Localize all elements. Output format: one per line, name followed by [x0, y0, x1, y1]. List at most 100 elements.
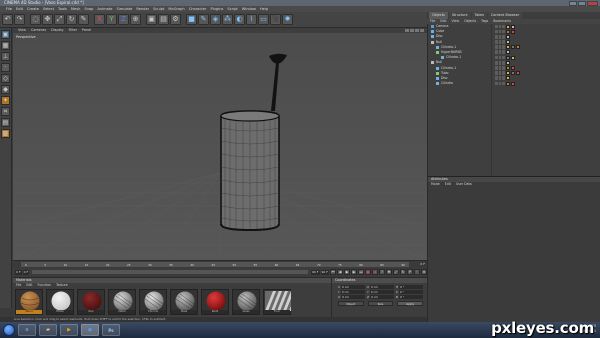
perspective-viewport[interactable]: Perspective — [13, 33, 427, 260]
model-mode-icon[interactable]: ▣ — [1, 30, 10, 39]
editor-visibility-icon[interactable] — [498, 81, 501, 86]
menu-mograph[interactable]: MoGraph — [168, 7, 184, 11]
tag-icon[interactable] — [506, 55, 510, 60]
visibility-toggles[interactable] — [495, 66, 505, 70]
rotation-key-icon[interactable]: ↻ — [400, 269, 406, 275]
cube-icon[interactable]: ■ — [186, 14, 197, 25]
size-input[interactable]: 0 cm — [369, 290, 394, 294]
axis-mode-icon[interactable]: ⊥ — [1, 52, 10, 61]
folder-icon[interactable]: ▰ — [39, 324, 57, 336]
locked-workplane-icon[interactable]: ▩ — [1, 129, 10, 138]
scale-icon[interactable]: ⤢ — [54, 14, 65, 25]
edges-mode-icon[interactable]: ◇ — [1, 74, 10, 83]
workplane-icon[interactable]: ▤ — [1, 118, 10, 127]
menu-sculpt[interactable]: Sculpt — [153, 7, 164, 11]
editor-visibility-icon[interactable] — [498, 40, 501, 44]
go-to-start-icon[interactable]: ⏮ — [330, 269, 336, 275]
tag-icon[interactable] — [506, 81, 510, 86]
visibility-toggles[interactable] — [495, 71, 505, 75]
rotation-input[interactable]: 0 ° — [399, 285, 423, 289]
tab-objects[interactable]: Objects — [429, 12, 448, 19]
previous-key-icon[interactable]: ◀ — [337, 269, 343, 275]
array-icon[interactable]: ⁂ — [222, 14, 233, 25]
visibility-toggles[interactable] — [495, 29, 505, 34]
size-mode-dropdown[interactable]: Size — [367, 301, 394, 306]
editor-visibility-icon[interactable] — [498, 45, 501, 50]
maximize-button[interactable] — [578, 0, 586, 6]
object-name[interactable]: Cilindro — [441, 81, 453, 86]
tag-icon[interactable] — [516, 71, 520, 76]
layer-icon[interactable] — [495, 66, 498, 70]
menu-character[interactable]: Character — [189, 7, 207, 11]
material-swatch[interactable]: Red2 — [201, 289, 229, 315]
layer-icon[interactable] — [495, 29, 498, 34]
timeline-ruler[interactable]: 0 5 10 15 20 25 30 35 40 45 50 55 60 65 70 75 80 85 90 — [21, 262, 409, 267]
redo-icon[interactable]: ↷ — [14, 14, 25, 25]
menu-create[interactable]: Create — [27, 7, 39, 11]
light-icon[interactable]: ✹ — [282, 14, 293, 25]
next-key-icon[interactable]: ▶ — [351, 269, 357, 275]
menu-render[interactable]: Render — [136, 7, 149, 11]
start-button[interactable] — [3, 324, 15, 336]
maximize-view-icon[interactable] — [420, 29, 424, 32]
render-settings-icon[interactable]: ⚙ — [170, 14, 181, 25]
editor-visibility-icon[interactable] — [498, 76, 501, 81]
timeline[interactable]: 0 5 10 15 20 25 30 35 40 45 50 55 60 65 70 75 80 85 90 0 F — [13, 260, 427, 268]
autokey-icon[interactable]: ◉ — [372, 269, 378, 275]
tag-icon[interactable] — [511, 45, 515, 50]
tag-icon[interactable] — [511, 81, 515, 86]
coordinate-mode-dropdown[interactable]: Object — [338, 301, 364, 306]
tag-icon[interactable] — [506, 34, 510, 39]
materials-menu-edit[interactable]: Edit — [26, 283, 32, 288]
layer-icon[interactable] — [495, 45, 498, 50]
play-icon[interactable]: ▶ — [344, 269, 350, 275]
position-input[interactable]: 0 cm — [341, 295, 365, 299]
menu-select[interactable]: Select — [43, 7, 54, 11]
tag-icon[interactable] — [506, 24, 510, 29]
boole-icon[interactable]: ◐ — [234, 14, 245, 25]
menu-snap[interactable]: Snap — [84, 7, 93, 11]
pan-icon[interactable] — [405, 29, 409, 32]
move-icon[interactable]: ✥ — [42, 14, 53, 25]
size-input[interactable]: 0 cm — [370, 295, 394, 299]
enable-check-icon[interactable] — [502, 55, 505, 60]
editor-visibility-icon[interactable] — [498, 66, 501, 70]
editor-visibility-icon[interactable] — [498, 50, 501, 55]
tag-icon[interactable] — [511, 24, 515, 29]
layer-icon[interactable] — [495, 60, 498, 65]
visibility-toggles[interactable] — [495, 40, 505, 44]
tag-icon[interactable] — [506, 29, 510, 34]
material-swatch[interactable]: White — [46, 289, 74, 315]
current-frame-field[interactable]: 0 F — [22, 269, 30, 275]
visibility-toggles[interactable] — [495, 50, 505, 55]
visibility-toggles[interactable] — [495, 81, 505, 86]
size-input[interactable]: 0 cm — [370, 285, 394, 289]
tag-icon[interactable] — [516, 45, 520, 50]
layer-icon[interactable] — [495, 50, 498, 55]
tag-icon[interactable] — [511, 29, 515, 34]
tab-structure[interactable]: Structure — [448, 12, 471, 19]
material-swatch[interactable]: Chrome — [139, 289, 167, 315]
editor-visibility-icon[interactable] — [498, 34, 501, 39]
layer-icon[interactable] — [495, 55, 498, 60]
enable-check-icon[interactable] — [502, 76, 505, 81]
object-row[interactable]: Cilindro — [428, 81, 600, 86]
enable-check-icon[interactable] — [502, 71, 505, 75]
render-picture-viewer-icon[interactable]: ▤ — [158, 14, 169, 25]
cinema4d-icon[interactable]: ◉ — [81, 324, 99, 336]
materials-menu-function[interactable]: Function — [38, 283, 52, 288]
texture-mode-icon[interactable]: ▦ — [1, 41, 10, 50]
keyframe-selection-icon[interactable]: ? — [379, 269, 385, 275]
y-axis-icon[interactable]: Y — [106, 14, 117, 25]
editor-visibility-icon[interactable] — [498, 60, 501, 65]
layer-icon[interactable] — [495, 71, 498, 75]
record-icon[interactable]: ● — [365, 269, 371, 275]
material-swatch[interactable]: Wood — [15, 289, 43, 315]
subdivision-surface-icon[interactable]: ◈ — [210, 14, 221, 25]
menu-animate[interactable]: Animate — [97, 7, 112, 11]
range-slider[interactable] — [32, 270, 308, 274]
tag-icon[interactable] — [506, 60, 510, 65]
material-swatch[interactable]: Glass — [232, 289, 260, 315]
z-axis-icon[interactable]: Z — [118, 14, 129, 25]
scale-key-icon[interactable]: ⤢ — [393, 269, 399, 275]
